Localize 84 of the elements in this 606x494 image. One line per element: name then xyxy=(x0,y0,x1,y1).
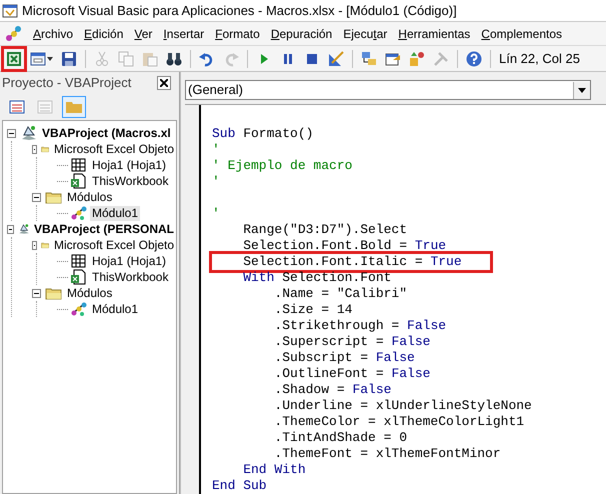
code-line: End With xyxy=(242,462,306,478)
code-line: ' xyxy=(212,174,220,190)
undo-icon xyxy=(199,50,215,66)
grid-icon xyxy=(70,253,88,269)
binoculars-icon xyxy=(166,50,182,66)
collapse-toggle[interactable] xyxy=(7,224,14,234)
code-line: End Sub xyxy=(212,478,267,494)
code-line: .Strikethrough = False xyxy=(273,318,446,334)
panel-title: Proyecto - VBAProject xyxy=(2,74,132,92)
folder-icon xyxy=(65,99,83,115)
toolbar-button[interactable] xyxy=(464,48,484,68)
module-icon xyxy=(70,205,88,221)
form-icon xyxy=(30,50,46,66)
tree-item[interactable]: VBAProject (Macros.xl xyxy=(40,126,173,140)
menu-item[interactable]: Archivo xyxy=(33,24,74,42)
code-line: .ThemeColor = xlThemeColorLight1 xyxy=(273,414,524,430)
tree-item[interactable]: Hoja1 (Hoja1) xyxy=(90,158,168,172)
code-line: .Superscript = False xyxy=(273,334,430,350)
menu-item[interactable]: Insertar xyxy=(163,24,204,42)
tree-item[interactable]: Microsoft Excel Objeto xyxy=(52,238,176,252)
code-line: Selection.Font.Bold = True xyxy=(242,238,446,254)
help-icon xyxy=(466,50,482,66)
code-line: Sub Formato() xyxy=(212,126,314,142)
menu-item[interactable]: Edición xyxy=(84,24,124,42)
set-square-icon xyxy=(328,50,344,66)
tree-item[interactable]: Módulo1 xyxy=(90,206,140,220)
workbook-icon xyxy=(70,173,88,189)
code-editor[interactable] xyxy=(201,105,606,494)
tree-item[interactable]: ThisWorkbook xyxy=(90,174,170,188)
spreadsheet-icon xyxy=(6,50,22,66)
project-icon xyxy=(20,125,38,141)
collapse-toggle[interactable] xyxy=(32,192,41,202)
scissors-icon xyxy=(94,50,110,66)
menu-item[interactable]: Formato xyxy=(215,24,260,42)
vba-logo-icon xyxy=(4,24,22,42)
tree-item[interactable]: ThisWorkbook xyxy=(90,270,170,284)
workbook-icon xyxy=(70,269,88,285)
tree-item[interactable]: Microsoft Excel Objeto xyxy=(52,142,176,156)
code-line: ' Ejemplo de macro xyxy=(212,158,352,174)
caret-icon xyxy=(47,56,53,60)
shapes-icon xyxy=(409,50,425,66)
menu-item[interactable]: Depuración xyxy=(270,24,332,42)
window-hand-icon xyxy=(385,50,401,66)
close-button[interactable] xyxy=(157,76,171,90)
copy-icon xyxy=(118,50,134,66)
tree-item[interactable]: Hoja1 (Hoja1) xyxy=(90,254,168,268)
menu-item[interactable]: Ejecutar xyxy=(343,24,388,42)
clipboard-icon xyxy=(142,50,158,66)
code-line: .Shadow = False xyxy=(273,382,392,398)
module-icon xyxy=(70,301,88,317)
tree-item[interactable]: Módulo1 xyxy=(90,302,140,316)
code-line: .Name = "Calibri" xyxy=(273,286,408,302)
tree-item[interactable]: Módulos xyxy=(65,190,114,204)
code-line: With Selection.Font xyxy=(242,270,392,286)
code-line: Selection.Font.Italic = True xyxy=(212,254,490,270)
code-line: ' xyxy=(212,142,220,158)
collapse-toggle[interactable] xyxy=(32,240,38,250)
tree-item[interactable]: Módulos xyxy=(65,286,114,300)
code-line: .Size = 14 xyxy=(273,302,352,318)
form-icon xyxy=(9,100,25,114)
collapse-toggle[interactable] xyxy=(32,288,41,298)
menu-item[interactable]: Ver xyxy=(134,24,152,42)
code-line: Range("D3:D7").Select xyxy=(242,222,408,238)
collapse-toggle[interactable] xyxy=(7,128,16,138)
menu-item[interactable]: Herramientas xyxy=(398,24,470,42)
list-icon xyxy=(37,100,53,114)
code-line: .Underline = xlUnderlineStyleNone xyxy=(273,398,532,414)
object-dropdown[interactable]: (General) xyxy=(185,80,591,100)
window-title: Microsoft Visual Basic para Aplicaciones - Macros.xlsx - [Módulo1 (Código)] xyxy=(22,2,457,20)
collapse-toggle[interactable] xyxy=(32,144,38,154)
grid-icon xyxy=(70,157,88,173)
code-line: ' xyxy=(212,206,220,222)
cursor-position: Lín 22, Col 25 xyxy=(499,50,580,68)
menu-item[interactable]: Complementos xyxy=(481,24,562,42)
code-line: .TintAndShade = 0 xyxy=(273,430,408,446)
redo-icon xyxy=(223,50,239,66)
code-line: .ThemeFont = xlThemeFontMinor xyxy=(273,446,501,462)
tree-item[interactable]: VBAProject (PERSONAL xyxy=(32,222,176,236)
project-tree-icon xyxy=(361,50,377,66)
tools-icon xyxy=(433,50,449,66)
dropdown-arrow-icon xyxy=(578,88,586,92)
code-line: .OutlineFont = False xyxy=(273,366,430,382)
code-line: .Subscript = False xyxy=(273,350,415,366)
close-icon xyxy=(160,79,168,87)
